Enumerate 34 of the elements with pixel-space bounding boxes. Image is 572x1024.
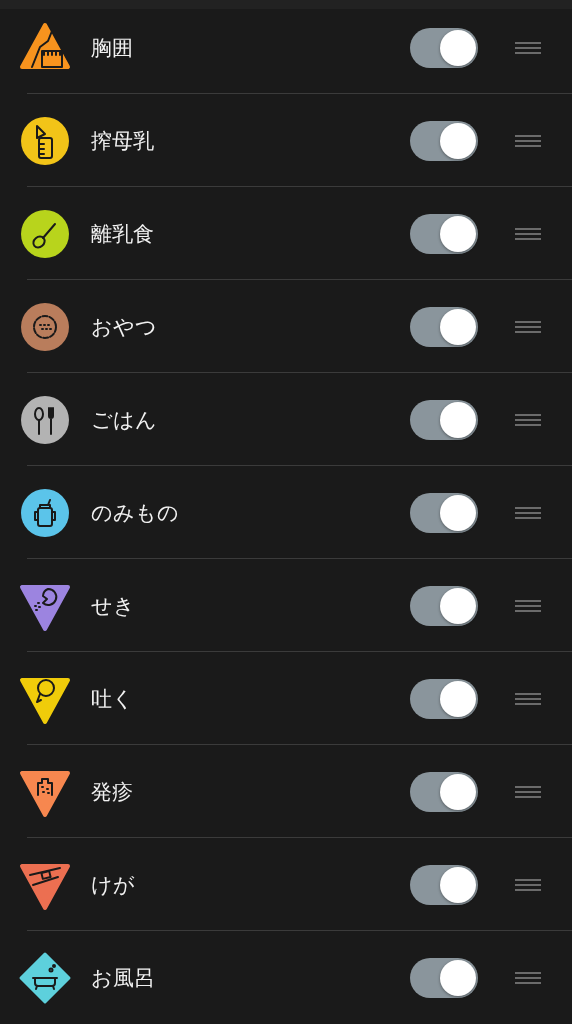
toggle-switch[interactable] [410, 27, 478, 68]
item-label: おやつ [91, 313, 158, 341]
drag-handle-icon[interactable] [514, 691, 542, 706]
toggle-switch[interactable] [410, 771, 478, 812]
toggle-switch[interactable] [410, 399, 478, 440]
item-label: 吐く [91, 685, 135, 713]
toggle-switch[interactable] [410, 306, 478, 347]
bathtub-icon [18, 950, 72, 1005]
toggle-switch[interactable] [410, 213, 478, 254]
toggle-switch[interactable] [410, 864, 478, 905]
item-label: ごはん [91, 406, 158, 434]
item-label: 搾母乳 [91, 127, 155, 155]
drag-handle-icon[interactable] [514, 226, 542, 241]
item-label: お風呂 [91, 964, 156, 992]
drag-handle-icon[interactable] [514, 412, 542, 427]
toggle-switch[interactable] [410, 492, 478, 533]
toggle-switch[interactable] [410, 120, 478, 161]
item-label: せき [91, 592, 136, 620]
drag-handle-icon[interactable] [514, 40, 542, 55]
item-label: 発疹 [91, 778, 134, 806]
drag-handle-icon[interactable] [514, 598, 542, 613]
item-label: けが [91, 871, 136, 899]
drag-handle-icon[interactable] [514, 784, 542, 799]
drag-handle-icon[interactable] [514, 505, 542, 520]
toggle-switch[interactable] [410, 957, 478, 998]
toggle-switch[interactable] [410, 678, 478, 719]
item-label: のみもの [91, 499, 180, 527]
toggle-switch[interactable] [410, 585, 478, 626]
item-label: 胸囲 [91, 34, 134, 62]
drag-handle-icon[interactable] [514, 877, 542, 892]
drag-handle-icon[interactable] [514, 133, 542, 148]
item-label: 離乳食 [91, 220, 155, 248]
drag-handle-icon[interactable] [514, 970, 542, 985]
drag-handle-icon[interactable] [514, 319, 542, 334]
